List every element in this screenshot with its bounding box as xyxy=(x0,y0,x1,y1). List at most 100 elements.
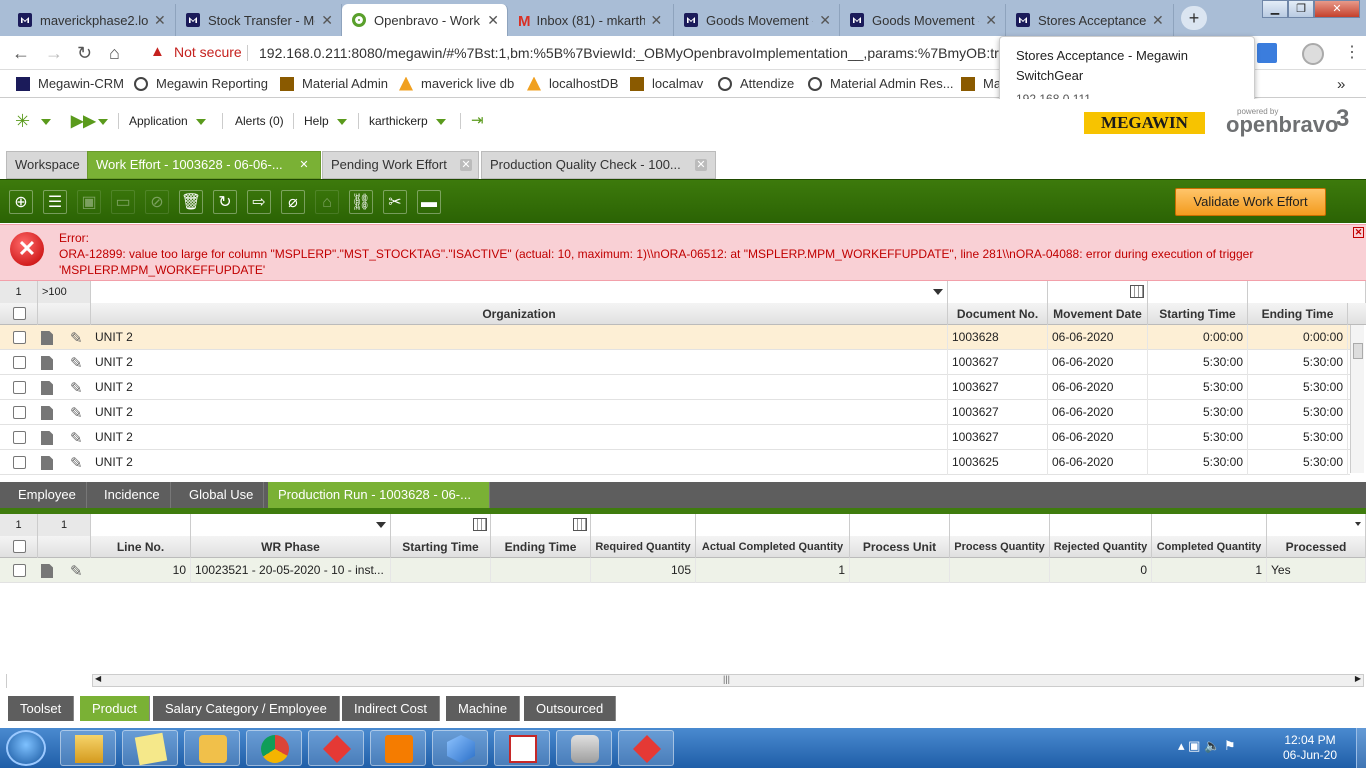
taskbar-virtualbox[interactable] xyxy=(432,730,488,766)
form-view-icon[interactable] xyxy=(41,456,53,470)
close-icon[interactable]: ✕ xyxy=(651,12,663,29)
column-header-organization[interactable]: Organization xyxy=(91,303,948,325)
scroll-left-icon[interactable]: ◀ xyxy=(95,674,101,683)
column-header-ending-time[interactable]: Ending Time xyxy=(1248,303,1348,325)
chevron-down-icon[interactable] xyxy=(933,289,943,295)
close-icon[interactable]: ✕ xyxy=(154,12,166,29)
tab-indirect-cost[interactable]: Indirect Cost xyxy=(342,696,440,721)
url-field[interactable]: 192.168.0.211:8080/megawin/#%7Bst:1,bm:%… xyxy=(259,45,1018,61)
column-header-document-no[interactable]: Document No. xyxy=(948,303,1048,325)
grid-view-icon[interactable]: ▬ xyxy=(417,190,441,214)
edit-pencil-icon[interactable]: ✎ xyxy=(70,562,83,580)
export-icon[interactable]: ⇨ xyxy=(247,190,271,214)
chevron-down-icon[interactable] xyxy=(41,119,51,125)
browser-tab[interactable]: maverickphase2.loc ✕ xyxy=(8,4,176,36)
taskbar-clock[interactable]: 12:04 PM 06-Jun-20 xyxy=(1270,733,1350,763)
close-icon[interactable]: ✕ xyxy=(819,12,831,29)
not-secure-label[interactable]: Not secure xyxy=(174,44,242,60)
bookmark-item[interactable]: localmav xyxy=(630,76,703,91)
column-header-line-no[interactable]: Line No. xyxy=(91,536,191,558)
validate-work-effort-button[interactable]: Validate Work Effort xyxy=(1175,188,1326,216)
close-icon[interactable]: ✕ xyxy=(298,159,310,171)
audit-trail-icon[interactable]: ⌂ xyxy=(315,190,339,214)
starting-time-filter[interactable] xyxy=(391,514,491,536)
ending-time-filter[interactable] xyxy=(491,514,591,536)
edit-pencil-icon[interactable]: ✎ xyxy=(70,329,83,347)
new-document-icon[interactable]: ⊕ xyxy=(9,190,33,214)
edit-pencil-icon[interactable]: ✎ xyxy=(70,454,83,472)
table-row[interactable]: ✎ UNIT 2 1003627 06-06-2020 5:30:00 5:30:00 xyxy=(0,375,1350,400)
form-view-icon[interactable] xyxy=(41,564,53,578)
actual-completed-filter[interactable] xyxy=(696,514,850,536)
column-header-ending-time[interactable]: Ending Time xyxy=(491,536,591,558)
tab-outsourced[interactable]: Outsourced xyxy=(524,696,617,721)
horizontal-scrollbar[interactable]: ◀ ||| ▶ xyxy=(92,674,1364,687)
tab-global-use[interactable]: Global Use xyxy=(179,482,265,508)
calendar-icon[interactable] xyxy=(473,518,487,531)
tab-product[interactable]: Product xyxy=(80,696,150,721)
rejected-quantity-filter[interactable] xyxy=(1050,514,1152,536)
row-checkbox[interactable] xyxy=(13,431,26,444)
taskbar-sql-developer[interactable] xyxy=(556,730,612,766)
process-quantity-filter[interactable] xyxy=(950,514,1050,536)
browser-tab[interactable]: Stock Transfer - Me ✕ xyxy=(176,4,342,36)
alerts-menu[interactable]: Alerts (0) xyxy=(235,114,284,128)
close-icon[interactable]: ✕ xyxy=(1353,227,1364,238)
close-icon[interactable]: ✕ xyxy=(487,12,499,29)
browser-tab[interactable]: Goods Movement - ✕ xyxy=(674,4,840,36)
table-row[interactable]: ✎ UNIT 2 1003625 06-06-2020 5:30:00 5:30:00 xyxy=(0,450,1350,475)
calendar-icon[interactable] xyxy=(573,518,587,531)
forward-icon[interactable]: → xyxy=(45,43,63,64)
close-icon[interactable]: ✕ xyxy=(1152,12,1164,29)
edit-pencil-icon[interactable]: ✎ xyxy=(70,379,83,397)
column-header-required-quantity[interactable]: Required Quantity xyxy=(591,536,696,558)
close-icon[interactable]: ✕ xyxy=(321,12,333,29)
tab-work-effort[interactable]: Work Effort - 1003628 - 06-06-... ✕ xyxy=(87,151,321,179)
menu-kebab-icon[interactable]: ⋮ xyxy=(1344,42,1360,62)
edit-pencil-icon[interactable]: ✎ xyxy=(70,354,83,372)
taskbar-pdf[interactable] xyxy=(494,730,550,766)
tab-pending-work-effort[interactable]: Pending Work Effort ✕ xyxy=(322,151,479,179)
tab-machine[interactable]: Machine xyxy=(446,696,521,721)
save-close-icon[interactable]: ▭ xyxy=(111,190,135,214)
calendar-icon[interactable] xyxy=(1130,285,1144,298)
tab-employee[interactable]: Employee xyxy=(8,482,87,508)
quick-create-icon[interactable]: ▶▶ xyxy=(71,111,96,131)
refresh-icon[interactable]: ↻ xyxy=(213,190,237,214)
taskbar-chrome[interactable] xyxy=(246,730,302,766)
tab-toolset[interactable]: Toolset xyxy=(8,696,75,721)
select-all-checkbox[interactable] xyxy=(13,540,26,553)
column-header-processed[interactable]: Processed xyxy=(1267,536,1366,558)
scrollbar-grip[interactable]: ||| xyxy=(723,674,730,684)
processed-filter[interactable] xyxy=(1267,514,1366,536)
tab-production-run[interactable]: Production Run - 1003628 - 06-... xyxy=(268,482,490,508)
more-bookmarks-icon[interactable]: » xyxy=(1337,76,1345,93)
taskbar-sticky-notes[interactable] xyxy=(122,730,178,766)
column-header-movement-date[interactable]: Movement Date xyxy=(1048,303,1148,325)
row-checkbox[interactable] xyxy=(13,456,26,469)
vertical-scrollbar[interactable] xyxy=(1350,325,1364,473)
column-header-starting-time[interactable]: Starting Time xyxy=(1148,303,1248,325)
row-checkbox[interactable] xyxy=(13,564,26,577)
logout-icon[interactable]: ⇥ xyxy=(471,111,484,129)
taskbar-anydesk[interactable] xyxy=(308,730,364,766)
movement-date-filter[interactable] xyxy=(1048,281,1148,303)
edit-pencil-icon[interactable]: ✎ xyxy=(70,429,83,447)
row-checkbox[interactable] xyxy=(13,331,26,344)
delete-icon[interactable]: 🗑 xyxy=(179,190,203,214)
organization-filter[interactable] xyxy=(91,281,948,303)
tab-production-quality-check[interactable]: Production Quality Check - 100... ✕ xyxy=(481,151,716,179)
application-menu[interactable]: Application xyxy=(129,114,206,128)
bookmark-item[interactable]: Material Admin Res... xyxy=(808,76,954,91)
taskbar-explorer[interactable] xyxy=(60,730,116,766)
taskbar-anydesk-2[interactable] xyxy=(618,730,674,766)
table-row[interactable]: ✎ UNIT 2 1003627 06-06-2020 5:30:00 5:30:00 xyxy=(0,350,1350,375)
row-checkbox[interactable] xyxy=(13,356,26,369)
starting-time-filter[interactable] xyxy=(1148,281,1248,303)
chevron-down-icon[interactable] xyxy=(376,522,386,528)
system-tray[interactable]: ▴ ▣ 🔈 ⚑ xyxy=(1178,738,1235,754)
tools-icon[interactable]: ✂ xyxy=(383,190,407,214)
attachment-icon[interactable]: ⌀ xyxy=(281,190,305,214)
window-close-button[interactable]: ✕ xyxy=(1314,0,1360,18)
taskbar-outlook[interactable] xyxy=(184,730,240,766)
